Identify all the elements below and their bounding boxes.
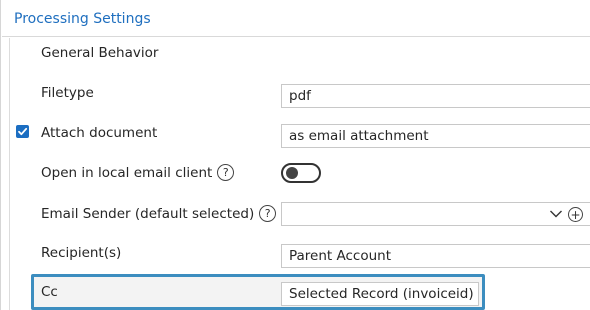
chevron-down-icon[interactable] <box>549 209 563 219</box>
recipients-field[interactable]: Parent Account <box>281 244 590 268</box>
recipients-value: Parent Account <box>289 248 392 264</box>
recipients-label: Recipient(s) <box>41 245 122 261</box>
cc-row-highlight <box>31 274 485 310</box>
attach-document-label-wrap: Attach document <box>41 125 157 141</box>
local-client-label-wrap: Open in local email client ? <box>41 164 235 181</box>
recipients-label-wrap: Recipient(s) <box>41 245 121 261</box>
local-client-label: Open in local email client <box>41 164 213 181</box>
filetype-label: Filetype <box>41 85 94 101</box>
general-behavior-label: General Behavior <box>41 45 159 61</box>
inner-divider <box>9 38 10 310</box>
filetype-label-wrap: Filetype <box>41 85 94 101</box>
email-sender-label-wrap: Email Sender (default selected) ? <box>41 205 277 222</box>
section-title[interactable]: Processing Settings <box>14 11 151 27</box>
question-circle-icon[interactable]: ? <box>217 164 235 181</box>
filetype-field[interactable]: pdf <box>281 84 590 108</box>
email-sender-dropdown[interactable] <box>281 202 590 226</box>
general-behavior-heading: General Behavior <box>41 45 158 61</box>
local-client-toggle[interactable] <box>281 163 321 183</box>
attach-mode-field[interactable]: as email attachment <box>281 124 590 148</box>
checkmark-icon <box>18 127 28 136</box>
email-sender-label: Email Sender (default selected) <box>41 205 255 222</box>
section-header: Processing Settings <box>2 0 590 37</box>
filetype-value: pdf <box>289 88 311 104</box>
attach-mode-value: as email attachment <box>289 128 429 144</box>
question-circle-icon[interactable]: ? <box>259 205 277 222</box>
plus-circle-icon[interactable]: + <box>568 207 583 222</box>
processing-settings-panel: Processing Settings General Behavior Fil… <box>0 0 590 310</box>
attach-document-checkbox[interactable] <box>16 125 29 138</box>
toggle-knob <box>286 167 298 179</box>
attach-document-label: Attach document <box>41 125 158 141</box>
